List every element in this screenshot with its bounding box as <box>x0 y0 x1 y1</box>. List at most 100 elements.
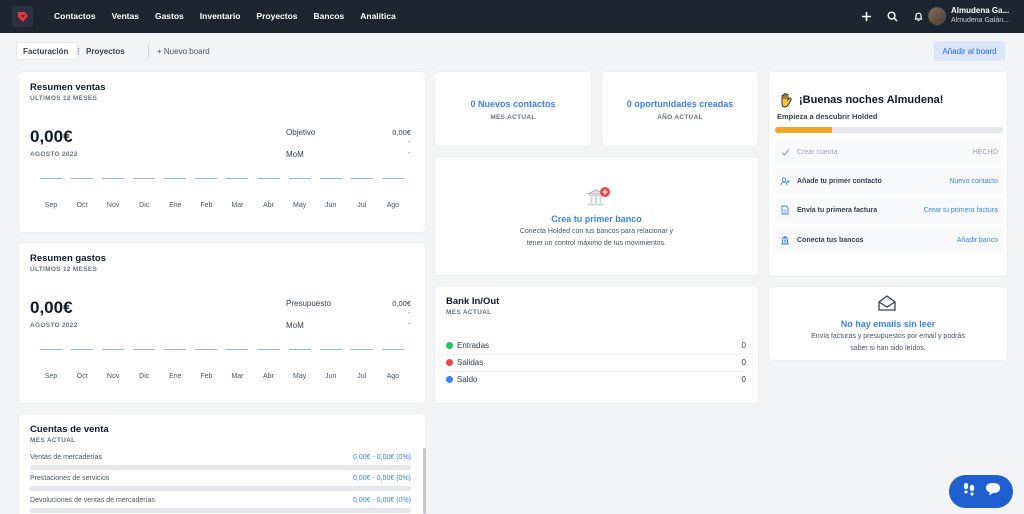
account-progress <box>30 486 411 491</box>
tab-proyectos[interactable]: Proyectos <box>80 42 131 60</box>
opportunities-card[interactable]: 0 oportunidades creadas AÑO ACTUAL <box>602 72 758 146</box>
bar <box>71 349 94 350</box>
search-icon[interactable] <box>886 11 898 23</box>
month-label: May <box>293 373 307 380</box>
nav-actions <box>860 0 924 33</box>
bar <box>257 349 280 350</box>
month-label: Ene <box>169 202 182 209</box>
month-label: Mar <box>231 373 244 380</box>
plus-icon[interactable] <box>860 11 872 23</box>
bar <box>164 178 187 179</box>
help-chat-button[interactable] <box>949 475 1013 508</box>
main-menu: Contactos Ventas Gastos Inventario Proye… <box>46 0 404 33</box>
inout-label: Salidas <box>457 358 484 367</box>
new-contacts-card[interactable]: 0 Nuevos contactos MES ACTUAL <box>435 72 591 146</box>
task-add-contact: Añade tu primer contacto Nuevo contacto <box>774 168 1003 194</box>
card-subtitle: MES ACTUAL <box>30 437 76 444</box>
add-bank-link[interactable]: Añadir banco <box>957 237 998 244</box>
new-contacts-title[interactable]: 0 Nuevos contactos <box>435 99 591 109</box>
bar <box>226 349 249 350</box>
account-value[interactable]: 0,00€ - 0,00€ (0%) <box>353 475 411 482</box>
opportunities-sub: AÑO ACTUAL <box>657 114 703 121</box>
month-label: Feb <box>200 202 213 209</box>
blue-dot-icon <box>446 376 453 383</box>
bank-icon <box>779 234 791 246</box>
bar <box>40 178 62 179</box>
card-subtitle: MES ACTUAL <box>446 309 492 316</box>
nav-gastos[interactable]: Gastos <box>147 0 192 33</box>
tab-facturacion[interactable]: Facturación ⋮ <box>16 42 82 60</box>
nav-contactos[interactable]: Contactos <box>46 0 104 33</box>
bell-icon[interactable] <box>912 11 924 23</box>
task-create-account: Crear cuenta HECHO <box>774 139 1003 165</box>
budget-value: 0,00€ <box>392 299 411 308</box>
month-label: Jun <box>325 202 337 209</box>
scrollbar[interactable] <box>423 448 426 514</box>
add-user-icon <box>779 175 791 187</box>
discover-label: Empieza a descubrir Holded <box>777 112 878 121</box>
bar <box>350 178 373 179</box>
task-label: Crear cuenta <box>797 148 838 156</box>
holded-logo[interactable] <box>12 6 33 27</box>
month-label: Mar <box>231 202 244 209</box>
month-label: Jun <box>325 373 337 380</box>
account-progress <box>30 465 411 470</box>
create-bank-link[interactable]: Crea tu primer banco <box>435 214 758 224</box>
nav-inventario[interactable]: Inventario <box>192 0 249 33</box>
sales-amount: 0,00€ <box>30 127 73 146</box>
chat-bubble-icon[interactable] <box>984 481 1002 502</box>
nav-analitica[interactable]: Analítica <box>352 0 403 33</box>
onboarding-progress-fill <box>775 127 832 133</box>
opportunities-title[interactable]: 0 oportunidades creadas <box>602 99 758 109</box>
card-title: Resumen gastos <box>30 253 107 264</box>
user-menu[interactable]: Almudena Ga... Almudena Galán... <box>928 6 1009 26</box>
bar <box>71 178 94 179</box>
nav-proyectos[interactable]: Proyectos <box>248 0 305 33</box>
mom-label: MoM <box>286 150 304 159</box>
bar <box>381 178 404 179</box>
expenses-months: Sep Oct Nov Dic Ene Feb Mar Abr May Jun … <box>36 373 408 380</box>
objective-dash: - <box>408 139 411 146</box>
account-row: Ventas de mercaderías 0,00€ - 0,00€ (0%) <box>30 454 411 470</box>
board-tabs: Facturación ⋮ Proyectos + Nuevo board <box>0 33 1024 69</box>
task-label: Envía tu primera factura <box>797 206 878 214</box>
inout-label: Saldo <box>457 375 478 384</box>
bank-plus-icon <box>586 186 610 208</box>
expenses-bars <box>40 349 404 350</box>
account-value[interactable]: 0,00€ - 0,00€ (0%) <box>353 497 411 504</box>
create-invoice-link[interactable]: Crear tu primera factura <box>924 207 998 214</box>
mom-label: MoM <box>286 321 304 330</box>
divider <box>446 354 746 355</box>
task-label: Añade tu primer contacto <box>797 177 882 185</box>
new-board-button[interactable]: + Nuevo board <box>148 44 216 58</box>
inout-row-salidas: Salidas 0 <box>446 358 746 367</box>
month-label: May <box>293 202 307 209</box>
budget-label: Presupuesto <box>286 299 331 308</box>
footsteps-icon[interactable] <box>961 481 977 502</box>
avatar <box>928 7 946 25</box>
mom-value: - <box>408 321 411 328</box>
month-label: Oct <box>76 373 88 380</box>
month-label: Abr <box>263 202 274 209</box>
bar <box>102 349 125 350</box>
sales-months: Sep Oct Nov Dic Ene Feb Mar Abr May Jun … <box>36 202 408 209</box>
add-to-board-button[interactable]: Añadir al board <box>934 41 1005 61</box>
envelope-icon <box>877 294 897 312</box>
bank-description-1: Conecta Holded con tus bancos para relac… <box>519 228 674 235</box>
greeting-title: ¡Buenas noches Almudena! <box>799 94 944 106</box>
bar <box>288 178 311 179</box>
inout-row-saldo: Saldo 0 <box>446 375 746 384</box>
bar <box>40 349 62 350</box>
bar <box>102 178 125 179</box>
new-contact-link[interactable]: Nuevo contacto <box>949 178 998 185</box>
emails-description-2: saber si han sido leídos. <box>850 345 926 352</box>
account-value[interactable]: 0,00€ - 0,00€ (0%) <box>353 454 411 461</box>
bank-description-2: tener un control máximo de tus movimient… <box>526 240 667 247</box>
bar <box>350 349 373 350</box>
account-progress <box>30 508 411 513</box>
red-dot-icon <box>446 359 453 366</box>
nav-ventas[interactable]: Ventas <box>104 0 147 33</box>
nav-bancos[interactable]: Bancos <box>306 0 353 33</box>
budget-dash: - <box>408 310 411 317</box>
emails-description-1: Envía facturas y presupuestos por email … <box>811 333 965 340</box>
